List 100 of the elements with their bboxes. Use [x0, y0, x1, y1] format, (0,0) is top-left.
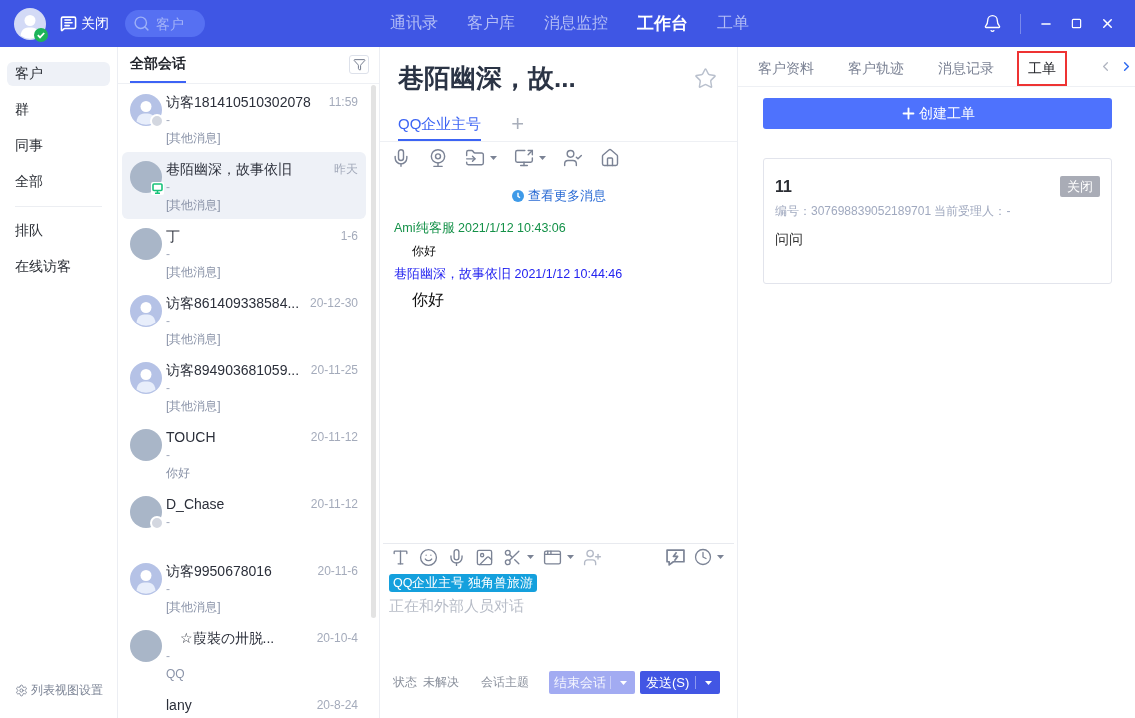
contact-name: D_Chase — [166, 495, 225, 513]
conversation-item[interactable]: TOUCH 20-11-12 - 你好 — [122, 420, 366, 487]
close-icon[interactable] — [1100, 16, 1115, 31]
detail-tab[interactable]: 工单 — [1017, 51, 1067, 86]
ticket-meta: 编号：307698839052189701 当前受理人：- — [775, 203, 1011, 219]
conversation-item[interactable]: D_Chase 20-11-12 - — [122, 487, 366, 554]
conversation-time: 20-10-4 — [316, 630, 358, 647]
text-format-icon[interactable] — [391, 547, 410, 567]
ticket-title: 11 — [775, 177, 792, 196]
conversation-item[interactable]: 巷陌幽深，故事依旧 昨天 - [其他消息] — [122, 152, 366, 219]
channel-tag: QQ企业主号 独角兽旅游 — [389, 574, 537, 592]
message-sender: 巷陌幽深，故事依旧 2021/1/12 10:44:46 — [394, 266, 623, 283]
scrollbar[interactable] — [371, 85, 376, 618]
sidebar-item[interactable]: 在线访客 — [7, 255, 110, 279]
conversation-subtitle: - — [166, 313, 170, 330]
conversation-item[interactable]: 访客181410510302078 11:59 - [其他消息] — [122, 85, 366, 152]
list-view-settings-button[interactable]: 列表视图设置 — [7, 682, 103, 699]
conversation-subtitle: - — [166, 112, 170, 129]
conversation-subtitle: - — [166, 380, 170, 397]
search-field[interactable]: 客户 — [125, 10, 205, 37]
message-text: 你好 — [412, 290, 444, 310]
lightning-bubble-icon[interactable] — [666, 547, 685, 567]
contact-name: ☆葭裝の卅脱... — [179, 629, 275, 647]
clock-icon — [511, 190, 524, 202]
message-preview: QQ — [166, 666, 185, 683]
status-value: 未解决 — [423, 674, 459, 691]
caret-icon[interactable] — [704, 680, 712, 685]
contact-name: 访客861409338584... — [166, 294, 300, 312]
photo-placeholder — [130, 161, 162, 193]
conversation-time: 20-11-12 — [310, 496, 358, 513]
emoji-icon[interactable] — [419, 547, 438, 567]
sidebar-item[interactable]: 客户 — [7, 62, 110, 86]
conversation-subtitle: - — [166, 179, 170, 196]
conversation-subtitle: - — [166, 447, 170, 464]
load-more-link[interactable]: 查看更多消息 — [511, 187, 606, 205]
caret-icon[interactable] — [527, 555, 534, 559]
webcam-icon[interactable] — [428, 148, 448, 168]
bell-icon[interactable] — [983, 14, 1002, 33]
image-icon[interactable] — [475, 547, 494, 567]
conversation-item[interactable]: 访客861409338584... 20-12-30 - [其他消息] — [122, 286, 366, 353]
star-icon[interactable] — [694, 66, 717, 90]
status-label: 状态 — [393, 674, 417, 691]
message-icon — [60, 15, 77, 32]
microphone-icon[interactable] — [447, 547, 466, 567]
sidebar-item[interactable]: 群 — [7, 98, 110, 122]
message-preview: [其他消息] — [166, 398, 221, 415]
user-avatar — [130, 563, 162, 595]
window-icon[interactable] — [543, 547, 562, 567]
caret-icon[interactable] — [567, 555, 574, 559]
close-chat-button[interactable]: 关闭 — [60, 14, 109, 33]
house-icon[interactable] — [600, 148, 620, 168]
contact-name: lany — [166, 696, 192, 714]
conversations-tab[interactable]: 全部会话 — [130, 47, 186, 83]
contact-name: TOUCH — [166, 428, 216, 446]
clock-icon[interactable] — [694, 548, 712, 566]
contact-name: 丁 — [166, 227, 180, 245]
user-avatar — [130, 295, 162, 327]
caret-icon[interactable] — [490, 156, 497, 160]
message-input[interactable]: 正在和外部人员对话 — [389, 595, 726, 669]
conversation-time: 11:59 — [328, 94, 358, 111]
send-button[interactable]: 发送(S) — [640, 671, 720, 694]
channel-tab[interactable]: QQ企业主号 — [398, 109, 482, 141]
user-check-icon[interactable] — [563, 148, 583, 168]
chat-title: 巷陌幽深，故... — [398, 62, 576, 95]
user-avatar — [130, 362, 162, 394]
conversation-subtitle: - — [166, 581, 170, 598]
photo-placeholder — [130, 228, 162, 260]
user-plus-icon[interactable] — [583, 547, 602, 567]
conversation-subtitle: - — [166, 246, 170, 263]
message-preview: [其他消息] — [166, 599, 221, 616]
sidebar-item[interactable]: 同事 — [7, 134, 110, 158]
scissors-icon[interactable] — [503, 547, 522, 567]
maximize-icon[interactable] — [1071, 18, 1082, 29]
message-preview: [其他消息] — [166, 197, 221, 214]
conversation-time: 20-8-24 — [316, 697, 358, 714]
detail-tab[interactable]: 客户轨迹 — [837, 51, 915, 86]
conversation-item[interactable]: 访客894903681059... 20-11-25 - [其他消息] — [122, 353, 366, 420]
conversation-item[interactable]: ☆葭裝の卅脱... 20-10-4 - QQ — [122, 621, 366, 688]
user-avatar — [130, 94, 162, 126]
sidebar-item[interactable]: 排队 — [7, 219, 110, 243]
screen-share-icon[interactable] — [514, 148, 534, 168]
create-ticket-button[interactable]: 创建工单 — [763, 98, 1112, 129]
microphone-icon[interactable] — [391, 148, 411, 168]
plus-icon — [900, 105, 917, 122]
detail-tab[interactable]: 消息记录 — [927, 51, 1005, 86]
caret-icon[interactable] — [539, 156, 546, 160]
photo-placeholder — [130, 630, 162, 662]
conversation-item[interactable]: 丁 1-6 - [其他消息] — [122, 219, 366, 286]
nav-tab[interactable]: 工作台 — [637, 12, 688, 35]
ticket-status: 关闭 — [1060, 176, 1100, 197]
photo-placeholder — [130, 429, 162, 461]
caret-icon[interactable] — [717, 555, 724, 559]
sidebar-item[interactable]: 全部 — [7, 170, 110, 194]
ticket-card[interactable]: 11 关闭 编号：307698839052189701 当前受理人：- 问问 — [763, 158, 1112, 284]
detail-tab[interactable]: 客户资料 — [747, 51, 825, 86]
conversation-item[interactable]: lany 20-8-24 — [122, 688, 366, 718]
conversation-item[interactable]: 访客9950678016 20-11-6 - [其他消息] — [122, 554, 366, 621]
folder-icon[interactable] — [465, 148, 485, 168]
settings-icon — [15, 684, 28, 697]
filter-button[interactable] — [349, 55, 369, 74]
